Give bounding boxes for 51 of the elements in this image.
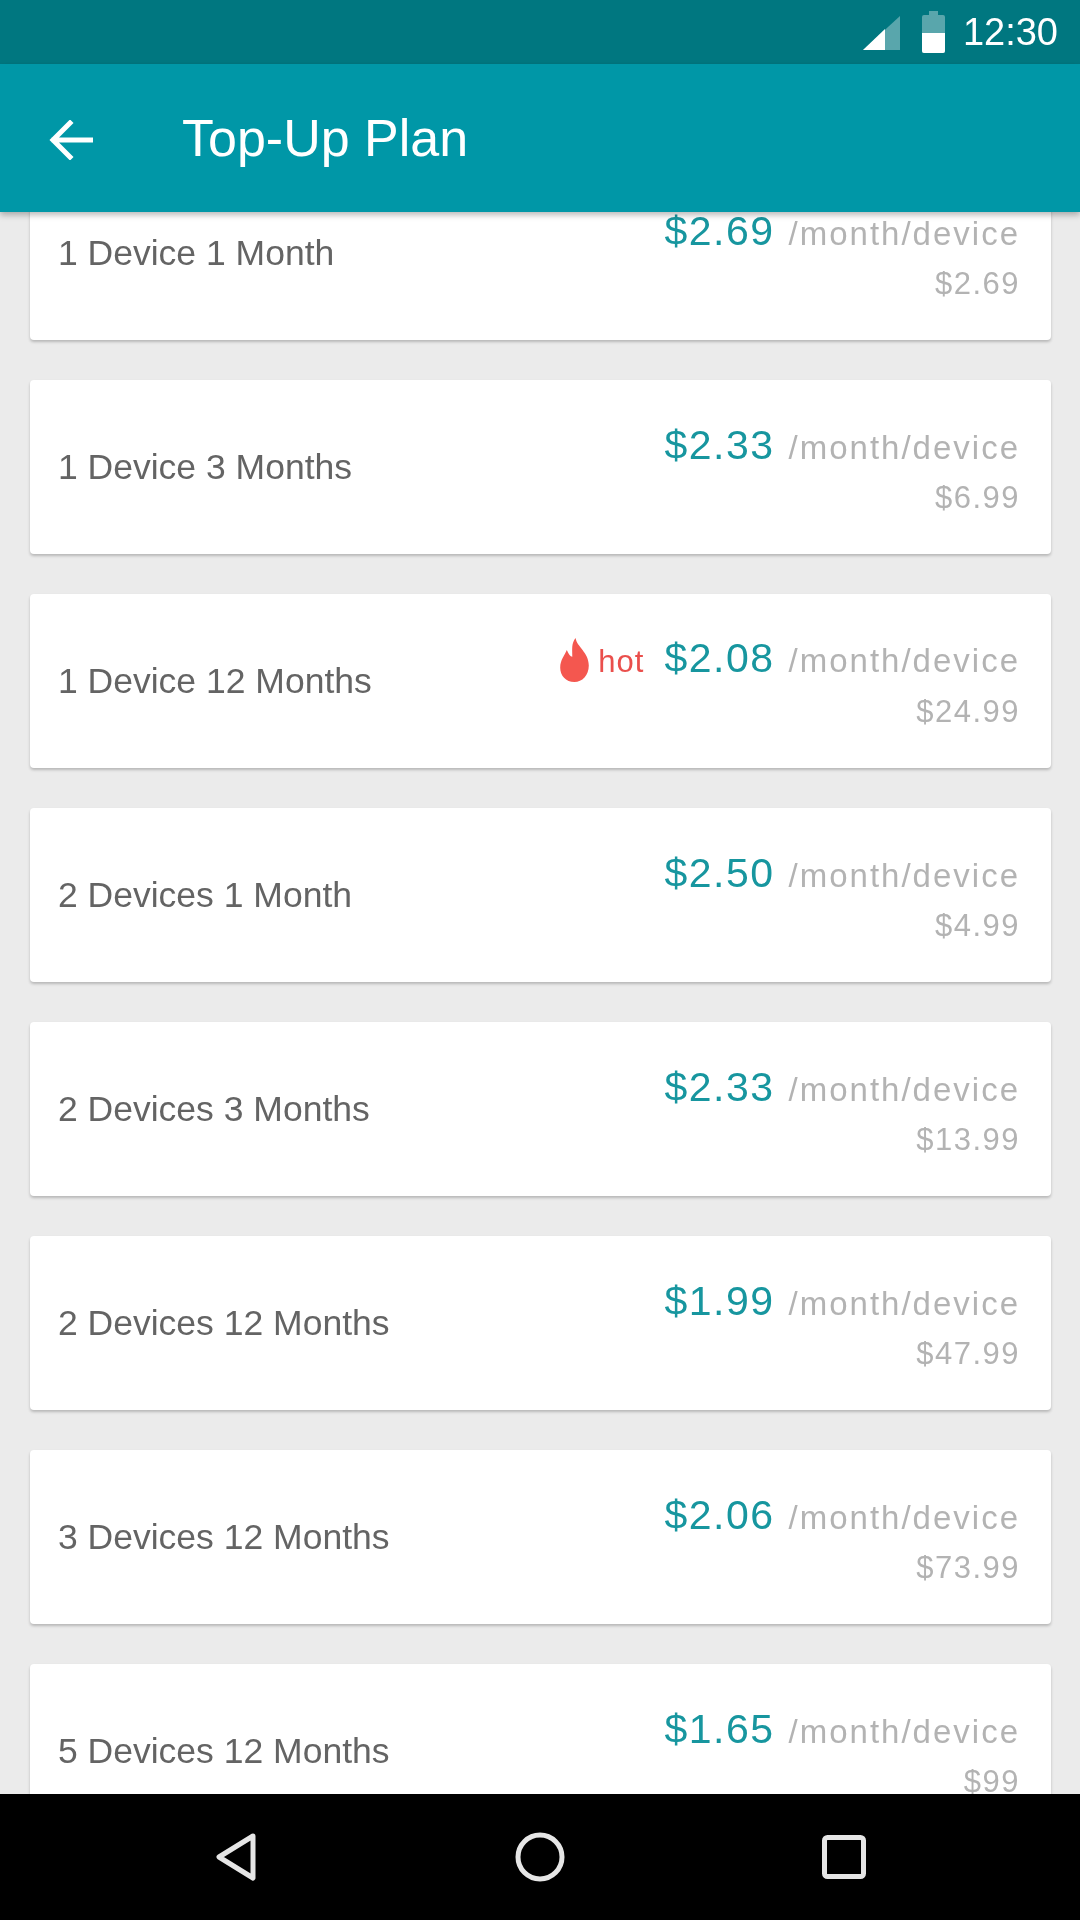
total-price: $6.99 [934, 478, 1020, 517]
plan-name: 1 Device 3 Months [58, 446, 352, 489]
plan-name: 2 Devices 1 Month [58, 874, 352, 917]
monthly-price: $1.99 [664, 1276, 775, 1326]
plan-name: 1 Device 12 Months [58, 660, 372, 703]
plan-name: 2 Devices 12 Months [58, 1302, 390, 1345]
plan-name: 3 Devices 12 Months [58, 1516, 390, 1559]
plan-card[interactable]: 1 Device 1 Month $2.69 /month/device $2.69 [30, 212, 1051, 340]
price-unit: /month/device [788, 855, 1020, 896]
monthly-price: $2.33 [664, 1062, 775, 1112]
signal-icon [862, 16, 900, 50]
monthly-price: $2.08 [664, 634, 775, 683]
price-unit: /month/device [788, 427, 1020, 468]
plan-card[interactable]: 2 Devices 1 Month $2.50 /month/device $4.99 [30, 808, 1051, 982]
screen-title: Top-Up Plan [182, 108, 469, 169]
flame-icon [560, 638, 590, 682]
plan-card[interactable]: 1 Device 3 Months $2.33 /month/device $6.99 [30, 380, 1051, 554]
back-button[interactable] [49, 120, 93, 160]
battery-icon [921, 11, 945, 53]
plan-card[interactable]: 1 Device 12 Months hot $2.08 /month/device $24.99 [30, 594, 1051, 768]
plan-name: 1 Device 1 Month [58, 232, 335, 275]
plan-card[interactable]: 5 Devices 12 Months $1.65 /month/device $99 [30, 1664, 1051, 1794]
monthly-price: $2.69 [664, 212, 775, 256]
monthly-price: $2.33 [664, 420, 775, 470]
plan-card[interactable]: 2 Devices 12 Months $1.99 /month/device $47.99 [30, 1236, 1051, 1410]
plan-card[interactable]: 3 Devices 12 Months $2.06 /month/device $73.99 [30, 1450, 1051, 1624]
total-price: $24.99 [916, 693, 1020, 731]
back-arrow-icon [49, 120, 93, 160]
status-time: 12:30 [962, 10, 1058, 54]
nav-recents-icon[interactable] [822, 1835, 866, 1879]
price-unit: /month/device [788, 1069, 1020, 1110]
total-price: $4.99 [934, 906, 1020, 945]
total-price: $2.69 [934, 264, 1020, 303]
price-unit: /month/device [788, 1497, 1020, 1538]
price-unit: /month/device [788, 641, 1020, 681]
total-price: $73.99 [916, 1548, 1020, 1587]
total-price: $13.99 [916, 1120, 1020, 1159]
plan-card[interactable]: 2 Devices 3 Months $2.33 /month/device $13.99 [30, 1022, 1051, 1196]
total-price: $99 [963, 1762, 1020, 1794]
monthly-price: $2.50 [664, 848, 775, 898]
hot-label: hot [598, 643, 645, 681]
plan-name: 5 Devices 12 Months [58, 1730, 390, 1773]
monthly-price: $1.65 [664, 1704, 775, 1754]
plan-name: 2 Devices 3 Months [58, 1088, 370, 1131]
nav-home-icon[interactable] [515, 1832, 565, 1882]
price-unit: /month/device [788, 1283, 1020, 1324]
price-unit: /month/device [788, 213, 1020, 254]
monthly-price: $2.06 [664, 1490, 775, 1540]
nav-back-icon[interactable] [216, 1833, 256, 1881]
total-price: $47.99 [916, 1334, 1020, 1373]
price-unit: /month/device [788, 1711, 1020, 1752]
